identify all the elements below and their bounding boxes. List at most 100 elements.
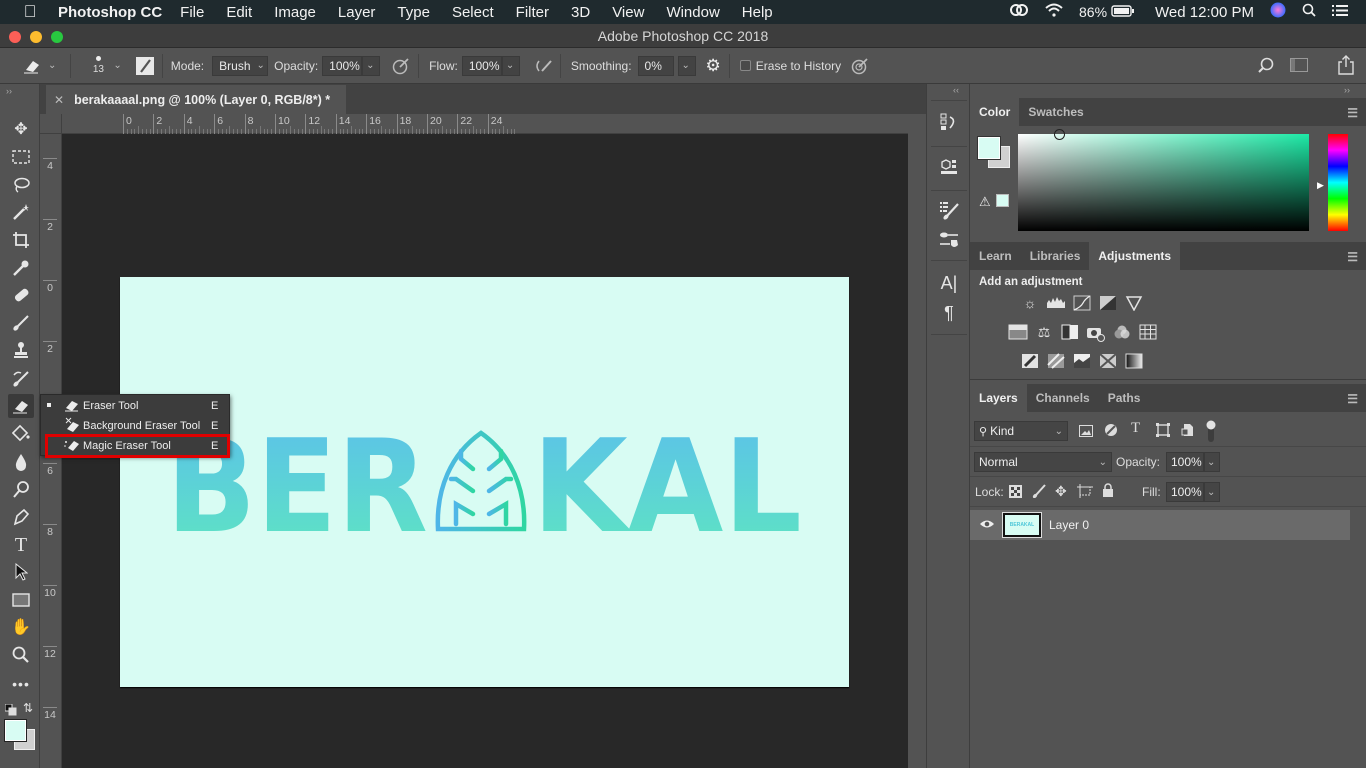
history-panel-button[interactable] [937, 110, 961, 134]
curves-icon[interactable] [1069, 295, 1095, 313]
menu-filter[interactable]: Filter [516, 4, 549, 21]
collapse-dock-button[interactable]: ‹‹ [953, 85, 959, 95]
flyout-item-magic-eraser-tool[interactable]: Magic Eraser Tool E [41, 436, 229, 456]
tab-libraries[interactable]: Libraries [1021, 242, 1090, 270]
hue-slider-pointer[interactable]: ▶ [1317, 180, 1324, 191]
gradient-map-icon[interactable] [1121, 353, 1147, 371]
filter-smart-objects-button[interactable] [1181, 423, 1195, 442]
brightness-contrast-icon[interactable]: ☼ [1017, 295, 1043, 313]
pressure-size-button[interactable] [851, 57, 869, 75]
path-selection-tool[interactable] [8, 560, 34, 584]
creative-cloud-icon[interactable] [1009, 3, 1029, 21]
marquee-tool[interactable] [8, 145, 34, 169]
dodge-tool[interactable] [8, 478, 34, 502]
tab-channels[interactable]: Channels [1027, 384, 1099, 412]
rectangle-tool[interactable] [8, 588, 34, 612]
eraser-tool[interactable] [8, 394, 34, 418]
document-image[interactable]: BER KAL [120, 277, 849, 687]
flow-input[interactable]: 100% [461, 55, 502, 76]
filter-shape-layers-button[interactable] [1156, 423, 1170, 442]
menu-edit[interactable]: Edit [226, 4, 252, 21]
layer-fill-dropdown[interactable]: ⌄ [1204, 482, 1220, 502]
menu-help[interactable]: Help [742, 4, 773, 21]
tab-layers[interactable]: Layers [970, 384, 1027, 412]
vibrance-icon[interactable] [1121, 295, 1147, 313]
menu-file[interactable]: File [180, 4, 204, 21]
layer-row[interactable]: BERAKAL Layer 0 [970, 510, 1350, 540]
horizontal-ruler[interactable]: 0 2 4 6 8 10 12 14 16 18 20 22 24 [62, 114, 908, 134]
tab-adjustments[interactable]: Adjustments [1089, 242, 1181, 270]
share-button[interactable] [1338, 55, 1354, 75]
threshold-icon[interactable] [1069, 353, 1095, 371]
airbrush-button[interactable] [534, 58, 554, 74]
lock-image-pixels-button[interactable] [1032, 484, 1046, 503]
battery-icon[interactable] [1111, 4, 1135, 21]
color-balance-icon[interactable]: ⚖ [1031, 324, 1057, 342]
color-lookup-icon[interactable] [1135, 324, 1161, 342]
pressure-opacity-button[interactable] [392, 57, 410, 75]
brush-preset-picker[interactable]: 13 [87, 56, 109, 75]
panel-menu-icon[interactable]: ☰ [1347, 106, 1358, 120]
lock-position-button[interactable]: ✥ [1055, 483, 1067, 500]
filter-pixel-layers-button[interactable] [1079, 424, 1093, 442]
lasso-tool[interactable] [8, 173, 34, 197]
opacity-dropdown[interactable]: ⌄ [362, 55, 381, 76]
filter-adjustment-layers-button[interactable] [1104, 423, 1118, 442]
menu-view[interactable]: View [612, 4, 644, 21]
search-button[interactable] [1258, 57, 1274, 73]
mode-select[interactable]: Brush ⌄ [212, 55, 269, 76]
panel-menu-icon[interactable]: ☰ [1347, 392, 1358, 406]
brush-tool[interactable] [8, 311, 34, 335]
swap-colors-button[interactable]: ⇅ [23, 701, 33, 715]
flyout-item-eraser-tool[interactable]: Eraser Tool E [41, 396, 229, 416]
tab-learn[interactable]: Learn [970, 242, 1021, 270]
brush-settings-toggle[interactable] [135, 56, 154, 75]
crop-tool[interactable] [8, 228, 34, 252]
erase-to-history-checkbox[interactable]: Erase to History [739, 59, 841, 73]
tab-color[interactable]: Color [970, 98, 1020, 126]
layer-fill-input[interactable]: 100% [1166, 482, 1204, 502]
posterize-icon[interactable] [1043, 353, 1069, 371]
smoothing-input[interactable]: 0% [637, 55, 674, 76]
move-tool[interactable]: ✥ [8, 117, 34, 141]
menu-image[interactable]: Image [274, 4, 316, 21]
flow-dropdown[interactable]: ⌄ [501, 55, 520, 76]
menu-select[interactable]: Select [452, 4, 494, 21]
gamut-color-swatch[interactable] [996, 194, 1009, 207]
panel-menu-icon[interactable]: ☰ [1347, 250, 1358, 264]
paint-bucket-tool[interactable] [8, 421, 34, 445]
close-tab-icon[interactable]: ✕ [54, 93, 64, 107]
tab-swatches[interactable]: Swatches [1019, 98, 1092, 126]
exposure-icon[interactable] [1095, 295, 1121, 313]
3d-panel-button[interactable] [937, 154, 961, 178]
clone-stamp-tool[interactable] [8, 338, 34, 362]
smoothing-dropdown[interactable]: ⌄ [677, 55, 696, 76]
layer-opacity-dropdown[interactable]: ⌄ [1204, 452, 1220, 472]
filter-toggle-switch[interactable] [1206, 420, 1216, 447]
channel-mixer-icon[interactable] [1109, 324, 1135, 342]
filter-type-layers-button[interactable]: T [1131, 420, 1140, 437]
paragraph-panel-button[interactable]: ¶ [937, 301, 961, 325]
default-colors-button[interactable] [4, 703, 17, 721]
history-brush-tool[interactable] [8, 366, 34, 390]
out-of-gamut-warning-icon[interactable]: ⚠ [979, 194, 991, 210]
healing-brush-tool[interactable] [8, 283, 34, 307]
foreground-color-swatch[interactable] [4, 719, 27, 742]
brush-settings-panel-button[interactable] [937, 198, 961, 222]
eyedropper-tool[interactable] [8, 256, 34, 280]
collapse-toolbar-button[interactable]: ›› [6, 86, 12, 96]
lock-transparent-pixels-button[interactable] [1009, 485, 1022, 503]
type-tool[interactable]: T [8, 533, 34, 557]
flyout-item-background-eraser-tool[interactable]: Background Eraser Tool E [41, 416, 229, 436]
menu-3d[interactable]: 3D [571, 4, 590, 21]
menu-layer[interactable]: Layer [338, 4, 376, 21]
blend-mode-select[interactable]: Normal ⌄ [974, 452, 1112, 472]
color-panel-foreground-swatch[interactable] [977, 136, 1001, 160]
tool-preset-picker[interactable]: ⌄ [22, 58, 56, 74]
chevron-down-icon[interactable]: ⌄ [113, 60, 121, 71]
invert-icon[interactable] [1017, 353, 1043, 371]
character-panel-button[interactable]: A| [937, 271, 961, 295]
spotlight-search-icon[interactable] [1302, 3, 1316, 21]
hue-slider[interactable] [1328, 134, 1348, 231]
expand-panels-button[interactable]: ›› [1344, 85, 1350, 95]
